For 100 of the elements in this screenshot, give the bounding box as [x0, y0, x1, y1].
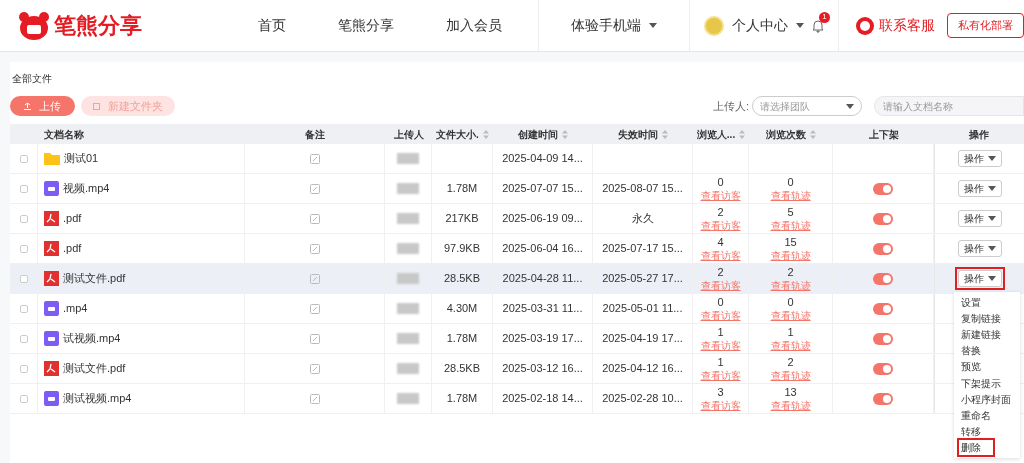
created-time: 2025-03-31 11...	[502, 301, 583, 317]
edit-icon[interactable]	[309, 213, 320, 224]
edit-icon[interactable]	[309, 393, 320, 404]
file-name[interactable]: 测试视频.mp4	[63, 390, 132, 407]
menu-item[interactable]: 复制链接	[959, 310, 1003, 326]
upload-icon	[24, 102, 31, 110]
publish-toggle[interactable]	[873, 242, 893, 255]
edit-icon[interactable]	[309, 243, 320, 254]
sort-icon[interactable]	[662, 129, 668, 139]
file-name[interactable]: .mp4	[63, 300, 88, 317]
table-row[interactable]: 视频.mp4 1.78M 2025-07-07 15... 2025-08-07 15... 0 查看访客 0 查看轨迹 操作	[10, 174, 1024, 204]
action-button[interactable]: 操作	[957, 270, 1002, 287]
row-checkbox[interactable]	[19, 364, 28, 373]
publish-toggle[interactable]	[873, 332, 893, 345]
caret-icon	[987, 246, 996, 251]
publish-toggle[interactable]	[873, 272, 893, 285]
column-header: 备注	[305, 127, 325, 142]
sort-icon[interactable]	[810, 129, 816, 139]
row-checkbox[interactable]	[19, 244, 28, 253]
edit-icon[interactable]	[309, 273, 320, 284]
sort-icon[interactable]	[562, 129, 568, 139]
visit-count: 15	[784, 235, 797, 249]
edit-icon[interactable]	[309, 333, 320, 344]
edit-icon[interactable]	[309, 363, 320, 374]
file-size: 97.9KB	[443, 241, 481, 257]
expiry-time: 2025-07-17 15...	[602, 241, 683, 257]
blurred-uploader	[397, 303, 419, 314]
viewer-count: 2	[717, 205, 724, 219]
created-time: 2025-06-19 09...	[502, 211, 583, 227]
menu-item[interactable]: 新建链接	[959, 326, 1003, 342]
file-name[interactable]: 测试文件.pdf	[63, 270, 126, 287]
search-field[interactable]: 请输入文档名称	[874, 96, 1024, 116]
pdf-icon	[44, 271, 59, 286]
caret-icon	[987, 276, 996, 281]
nav-link[interactable]: 加入会员	[420, 0, 528, 51]
file-size: 4.30M	[446, 301, 478, 317]
action-button[interactable]: 操作	[957, 240, 1002, 257]
file-name[interactable]: .pdf	[63, 240, 82, 257]
visit-count: 1	[787, 325, 794, 339]
row-checkbox[interactable]	[19, 214, 28, 223]
menu-item[interactable]: 转移	[959, 424, 983, 440]
publish-toggle[interactable]	[873, 392, 893, 405]
file-size: 217KB	[445, 211, 479, 227]
edit-icon[interactable]	[309, 183, 320, 194]
nav-link[interactable]: 首页	[232, 0, 312, 51]
table-row[interactable]: .pdf 97.9KB 2025-06-04 16... 2025-07-17 15... 4 查看访客 15 查看轨迹 操作	[10, 234, 1024, 264]
nav-link[interactable]: 体验手机端	[538, 0, 690, 51]
row-checkbox[interactable]	[19, 154, 28, 163]
table-row[interactable]: 测试01 2025-04-09 14... 操作	[10, 144, 1024, 174]
folder-plus-icon	[93, 102, 100, 110]
file-name[interactable]: 测试01	[64, 150, 99, 167]
row-checkbox[interactable]	[19, 334, 28, 343]
viewer-count: 4	[717, 235, 724, 249]
table-row[interactable]: .pdf 217KB 2025-06-19 09... 永久 2 查看访客 5 查看轨迹 操作	[10, 204, 1024, 234]
avatar[interactable]	[704, 15, 724, 36]
expiry-time: 2025-05-01 11...	[602, 301, 683, 317]
created-time: 2025-04-09 14...	[502, 151, 583, 167]
menu-item[interactable]: 删除	[959, 440, 993, 456]
deploy-button[interactable]: 私有化部署	[947, 13, 1024, 38]
publish-toggle[interactable]	[873, 302, 893, 315]
table-row[interactable]: 测试文件.pdf 28.5KB 2025-04-28 11... 2025-05-27 17... 2 查看访客 2 查看轨迹 操作	[10, 264, 1024, 294]
file-name[interactable]: .pdf	[63, 210, 82, 227]
column-header: 文档名称	[44, 127, 84, 142]
edit-icon[interactable]	[309, 153, 320, 164]
viewer-count: 1	[717, 325, 724, 339]
visit-count: 5	[787, 205, 794, 219]
support-link[interactable]: 联系客服	[879, 15, 935, 36]
row-checkbox[interactable]	[19, 304, 28, 313]
visit-count: 2	[787, 265, 794, 279]
file-name[interactable]: 试视频.mp4	[63, 330, 121, 347]
action-button[interactable]: 操作	[957, 150, 1002, 167]
row-checkbox[interactable]	[19, 274, 28, 283]
visit-count: 2	[787, 355, 794, 369]
action-button[interactable]: 操作	[957, 210, 1002, 227]
video-icon	[44, 391, 59, 406]
video-icon	[44, 301, 59, 316]
file-name[interactable]: 测试文件.pdf	[63, 360, 126, 377]
pdf-icon	[44, 241, 59, 256]
menu-item[interactable]: 预览	[959, 359, 983, 375]
row-checkbox[interactable]	[19, 394, 28, 403]
file-name[interactable]: 视频.mp4	[63, 180, 110, 197]
sort-icon[interactable]	[739, 129, 746, 139]
bell-icon[interactable]	[812, 18, 824, 33]
edit-icon[interactable]	[309, 303, 320, 314]
expiry-time: 2025-08-07 15...	[602, 181, 683, 197]
publish-toggle[interactable]	[873, 212, 893, 225]
pdf-icon	[44, 361, 59, 376]
menu-item[interactable]: 设置	[959, 294, 983, 310]
column-header: 创建时间	[518, 127, 558, 142]
menu-item[interactable]: 小程序封面	[959, 391, 1013, 407]
action-button[interactable]: 操作	[957, 180, 1002, 197]
row-checkbox[interactable]	[19, 184, 28, 193]
sort-icon[interactable]	[482, 129, 489, 139]
expiry-time: 2025-04-19 17...	[602, 331, 683, 347]
created-time: 2025-03-19 17...	[502, 331, 583, 347]
user-center-link[interactable]: 个人中心	[732, 15, 804, 36]
video-icon	[44, 181, 59, 196]
nav-link[interactable]: 笔熊分享	[312, 0, 420, 51]
publish-toggle[interactable]	[873, 362, 893, 375]
publish-toggle[interactable]	[873, 182, 893, 195]
